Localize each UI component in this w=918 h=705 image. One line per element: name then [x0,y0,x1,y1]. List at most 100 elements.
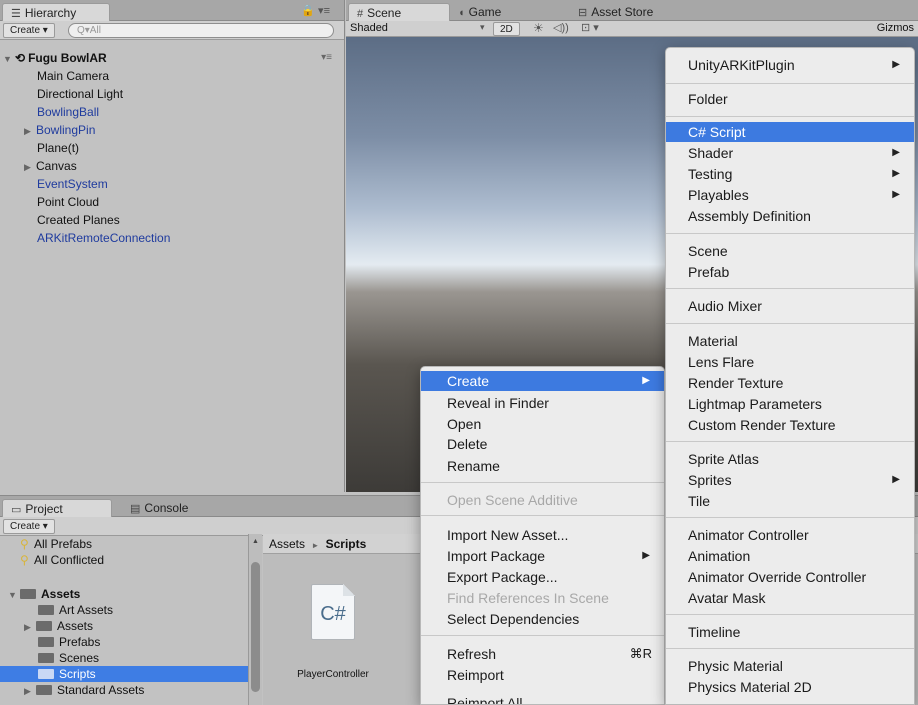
scroll-up-arrow-icon[interactable]: ▲ [252,538,259,545]
submenu-item-csharp-script[interactable]: C# Script [666,122,914,142]
favorite-all-prefabs[interactable]: ⚲ All Prefabs [0,536,248,552]
shading-mode-dropdown[interactable]: Shaded [350,22,388,34]
hierarchy-item-point-cloud[interactable]: Point Cloud [0,193,344,211]
create-submenu: UnityARKitPlugin ▶ Folder C# Script Shade… [665,47,915,705]
menu-item-reimport[interactable]: Reimport [421,665,664,685]
submenu-item-shader[interactable]: Shader ▶ [666,143,914,163]
menu-item-reveal-in-finder[interactable]: Reveal in Finder [421,393,664,413]
scrollbar-thumb[interactable] [251,562,260,692]
submenu-item-lens-flare[interactable]: Lens Flare [666,352,914,372]
menu-separator [666,614,914,615]
submenu-item-unityarkitplugin[interactable]: UnityARKitPlugin ▶ [666,55,914,75]
menu-item-select-dependencies[interactable]: Select Dependencies [421,609,664,629]
submenu-item-animation[interactable]: Animation [666,546,914,566]
menu-item-import-new-asset[interactable]: Import New Asset... [421,525,664,545]
tab-game[interactable]: ◖ Game [450,3,560,21]
submenu-item-folder[interactable]: Folder [666,89,914,109]
hierarchy-create-button[interactable]: Create ▾ [3,23,55,38]
submenu-item-physic-material[interactable]: Physic Material [666,656,914,676]
gizmos-dropdown[interactable]: Gizmos [877,22,914,34]
submenu-item-tile[interactable]: Tile [666,491,914,511]
asset-name-playercontroller[interactable]: PlayerController [283,669,383,680]
folder-tree-scrollbar[interactable]: ▲ [248,534,262,705]
tab-scene[interactable]: # Scene [348,3,450,21]
expand-arrow-icon[interactable]: ▼ [8,587,20,603]
submenu-item-playables[interactable]: Playables ▶ [666,185,914,205]
menu-item-open[interactable]: Open [421,414,664,434]
submenu-item-sprite-atlas[interactable]: Sprite Atlas [666,449,914,469]
project-create-button[interactable]: Create ▾ [3,519,55,534]
collapsed-arrow-icon[interactable]: ▶ [24,619,36,635]
folder-icon [36,685,52,695]
menu-item-create[interactable]: Create ▶ [421,371,664,391]
hierarchy-item-arkitremoteconnection[interactable]: ARKitRemoteConnection [0,229,344,247]
submenu-item-scene[interactable]: Scene [666,241,914,261]
hierarchy-item-created-planes[interactable]: Created Planes [0,211,344,229]
scene-toolbar: Shaded ▾ 2D ☀ ◁)) ⊡ ▾ Gizmos [346,21,918,37]
menu-item-open-scene-additive: Open Scene Additive [447,492,578,508]
store-icon: ⊟ [578,7,588,19]
submenu-item-animator-controller[interactable]: Animator Controller [666,525,914,545]
tab-project[interactable]: ▭ Project [2,499,112,517]
hierarchy-item-canvas[interactable]: ▶ Canvas [0,157,344,175]
submenu-item-assembly-definition[interactable]: Assembly Definition [666,206,914,226]
unity-scene-icon: ⟲ [15,51,26,65]
search-favorite-icon: ⚲ [20,553,29,567]
tab-hierarchy[interactable]: ☰ Hierarchy [2,3,110,21]
favorite-all-conflicted[interactable]: ⚲ All Conflicted [0,552,248,568]
expand-arrow-icon[interactable]: ▼ [3,50,15,68]
submenu-item-lightmap-parameters[interactable]: Lightmap Parameters [666,394,914,414]
collapsed-arrow-icon[interactable]: ▶ [24,122,36,140]
folder-standard-assets[interactable]: ▶ Standard Assets [0,682,248,698]
breadcrumb-assets[interactable]: Assets [269,537,305,551]
csharp-file-icon[interactable]: C# [311,584,355,640]
menu-item-refresh[interactable]: Refresh ⌘R [421,644,664,664]
hierarchy-item-eventsystem[interactable]: EventSystem [0,175,344,193]
menu-item-import-package[interactable]: Import Package ▶ [421,546,664,566]
submenu-item-avatar-mask[interactable]: Avatar Mask [666,588,914,608]
folder-scripts[interactable]: Scripts [0,666,248,682]
submenu-arrow-icon: ▶ [642,550,650,561]
tab-console[interactable]: ▤ Console [122,499,222,517]
submenu-item-testing[interactable]: Testing ▶ [666,164,914,184]
menu-item-find-references: Find References In Scene [447,590,609,606]
menu-separator [666,517,914,518]
folder-prefabs[interactable]: Prefabs [0,634,248,650]
submenu-item-sprites[interactable]: Sprites ▶ [666,470,914,490]
lock-menu-icon[interactable]: 🔒 ▾≡ [301,4,330,17]
submenu-item-prefab[interactable]: Prefab [666,262,914,282]
submenu-item-render-texture[interactable]: Render Texture [666,373,914,393]
hierarchy-item-bowlingball[interactable]: BowlingBall [0,103,344,121]
collapsed-arrow-icon[interactable]: ▶ [24,158,36,176]
tab-asset-store[interactable]: ⊟ Asset Store [570,3,690,21]
breadcrumb-scripts[interactable]: Scripts [326,537,367,551]
submenu-item-material[interactable]: Material [666,331,914,351]
folder-assets[interactable]: ▶ Assets [0,618,248,634]
audio-toggle-icon[interactable]: ◁)) [553,21,569,34]
menu-item-delete[interactable]: Delete [421,434,664,454]
collapsed-arrow-icon[interactable]: ▶ [24,683,36,699]
folder-assets-root[interactable]: ▼ Assets [0,586,248,602]
folder-icon [38,605,54,615]
hierarchy-search-input[interactable]: Q▾All [68,23,334,38]
hierarchy-item-bowlingpin[interactable]: ▶ BowlingPin [0,121,344,139]
hierarchy-item-plane[interactable]: Plane(t) [0,139,344,157]
folder-art-assets[interactable]: Art Assets [0,602,248,618]
scene-menu-icon[interactable]: ▾≡ [321,49,332,67]
submenu-item-audio-mixer[interactable]: Audio Mixer [666,296,914,316]
hierarchy-item-directional-light[interactable]: Directional Light [0,85,344,103]
folder-scenes[interactable]: Scenes [0,650,248,666]
hierarchy-item-main-camera[interactable]: Main Camera [0,67,344,85]
submenu-item-physics-material-2d[interactable]: Physics Material 2D [666,677,914,697]
submenu-arrow-icon: ▶ [892,189,900,200]
2d-toggle[interactable]: 2D [493,22,520,36]
menu-item-export-package[interactable]: Export Package... [421,567,664,587]
submenu-item-custom-render-texture[interactable]: Custom Render Texture [666,415,914,435]
scene-root-row[interactable]: ▼ ⟲ Fugu BowlAR ▾≡ [0,49,344,67]
submenu-item-timeline[interactable]: Timeline [666,622,914,642]
menu-item-rename[interactable]: Rename [421,456,664,476]
effects-toggle-icon[interactable]: ⊡ ▾ [581,21,599,34]
lighting-toggle-icon[interactable]: ☀ [533,21,544,35]
submenu-item-animator-override-controller[interactable]: Animator Override Controller [666,567,914,587]
menu-item-reimport-all[interactable]: Reimport All [421,693,664,704]
